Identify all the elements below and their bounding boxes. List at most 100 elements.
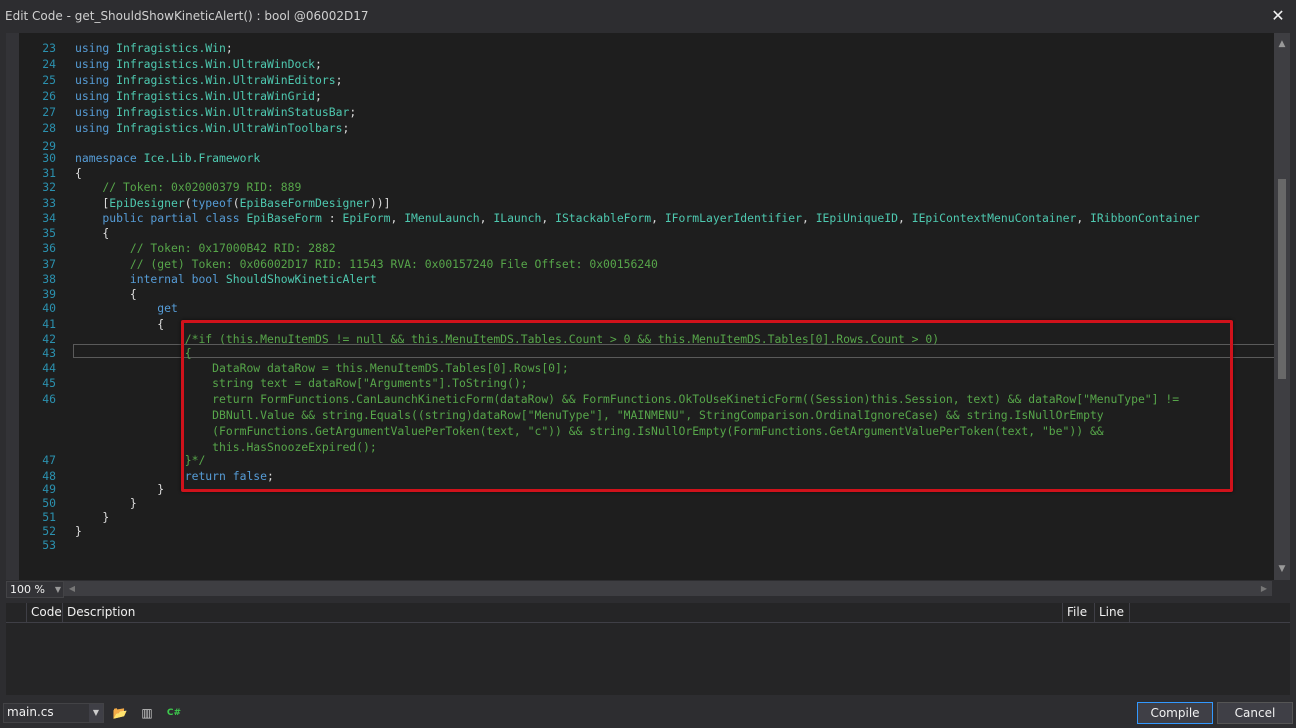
line-number: 36 — [42, 241, 56, 255]
code-token: using — [75, 89, 110, 103]
horizontal-scrollbar[interactable]: ◀ ▶ — [64, 581, 1272, 596]
code-token: Infragistics.Win.UltraWinGrid — [116, 89, 316, 103]
code-text: return FormFunctions.CanLaunchKineticFor… — [75, 392, 1179, 407]
code-text: }*/ — [75, 453, 206, 468]
code-token: Infragistics.Win.UltraWinEditors — [116, 73, 336, 87]
references-icon[interactable]: ▥ — [139, 705, 155, 721]
scrollbar-thumb[interactable] — [1278, 179, 1286, 379]
code-token: ; — [267, 469, 274, 483]
line-number: 26 — [42, 89, 56, 103]
chevron-down-icon[interactable]: ▼ — [55, 582, 61, 597]
code-text: using Infragistics.Win.UltraWinToolbars; — [75, 121, 349, 136]
code-text: public partial class EpiBaseForm : EpiFo… — [75, 211, 1200, 226]
code-token: ; — [349, 105, 357, 119]
line-number: 44 — [42, 361, 56, 375]
code-text: /*if (this.MenuItemDS != null && this.Me… — [75, 332, 939, 347]
scroll-up-icon[interactable]: ▲ — [1274, 37, 1290, 51]
code-token: // Token: 0x02000379 RID: 889 — [75, 180, 302, 194]
code-token: namespace — [75, 151, 137, 165]
code-text: get — [75, 301, 178, 316]
code-token: typeof — [191, 196, 233, 210]
chevron-down-icon[interactable]: ▼ — [89, 704, 103, 722]
code-token: EpiForm — [342, 211, 391, 225]
code-token: , — [801, 211, 816, 225]
code-token: ; — [335, 73, 343, 87]
code-token: ; — [315, 57, 322, 71]
code-token: } — [75, 496, 137, 510]
code-token: EpiBaseFormDesigner — [239, 196, 370, 210]
line-number: 27 — [42, 105, 56, 119]
code-token: return false — [75, 469, 268, 483]
code-text: internal bool ShouldShowKineticAlert — [75, 272, 377, 287]
csharp-icon[interactable]: C# — [166, 705, 182, 721]
open-folder-icon[interactable]: 📂 — [112, 705, 128, 721]
column-line[interactable]: Line — [1094, 603, 1130, 622]
line-number: 47 — [42, 453, 56, 467]
vertical-scrollbar[interactable]: ▲ ▼ — [1274, 33, 1290, 580]
code-token: , — [1076, 211, 1091, 225]
line-number: 43 — [42, 346, 56, 360]
code-token: // (get) Token: 0x06002D17 RID: 11543 RV… — [75, 257, 658, 271]
code-token: ( — [184, 196, 192, 210]
scroll-left-icon[interactable]: ◀ — [66, 581, 78, 596]
scroll-down-icon[interactable]: ▼ — [1274, 562, 1290, 576]
line-number: 51 — [42, 510, 56, 524]
code-token: using — [75, 41, 110, 55]
code-token: string text = dataRow["Arguments"].ToStr… — [75, 376, 528, 390]
code-token: }*/ — [75, 453, 206, 467]
code-text: string text = dataRow["Arguments"].ToStr… — [75, 376, 528, 391]
code-token: , — [898, 211, 912, 225]
code-text: } — [75, 482, 164, 497]
line-number: 23 — [42, 41, 56, 55]
code-token: ShouldShowKineticAlert — [225, 272, 377, 286]
code-token: using — [75, 105, 110, 119]
code-text: { — [75, 287, 137, 302]
line-number: 38 — [42, 272, 56, 286]
code-token: EpiDesigner — [109, 196, 185, 210]
code-token: ; — [315, 89, 322, 103]
code-token: , — [651, 211, 665, 225]
error-list-header: Code Description File Line — [6, 603, 1290, 623]
editor-status-bar: 100 % ▼ ◀ ▶ — [6, 580, 1290, 598]
zoom-select[interactable]: 100 % ▼ — [6, 581, 64, 598]
code-token: { — [75, 287, 137, 301]
line-number: 41 — [42, 317, 56, 331]
code-token: , — [541, 211, 556, 225]
code-token: using — [75, 57, 110, 71]
code-token: Infragistics.Win.UltraWinToolbars — [116, 121, 343, 135]
code-text: using Infragistics.Win.UltraWinEditors; — [75, 73, 342, 88]
code-text: using Infragistics.Win.UltraWinDock; — [75, 57, 322, 72]
column-code[interactable]: Code — [26, 603, 62, 622]
scroll-right-icon[interactable]: ▶ — [1258, 581, 1270, 596]
code-token: IRibbonContainer — [1090, 211, 1200, 225]
title-bar: Edit Code - get_ShouldShowKineticAlert()… — [0, 0, 1296, 32]
window-title: Edit Code - get_ShouldShowKineticAlert()… — [5, 9, 369, 23]
code-token: ; — [225, 41, 233, 55]
file-select[interactable]: main.cs ▼ — [3, 703, 104, 723]
cancel-button[interactable]: Cancel — [1217, 702, 1293, 724]
line-number: 37 — [42, 257, 56, 271]
code-token: DataRow dataRow = this.MenuItemDS.Tables… — [75, 361, 569, 375]
line-number: 52 — [42, 524, 56, 538]
line-number: 39 — [42, 287, 56, 301]
code-text: DataRow dataRow = this.MenuItemDS.Tables… — [75, 361, 569, 376]
column-file[interactable]: File — [1062, 603, 1093, 622]
code-token: { — [75, 317, 165, 331]
code-token: { — [75, 166, 82, 180]
code-token: ; — [342, 121, 350, 135]
column-description[interactable]: Description — [62, 603, 1057, 622]
close-icon[interactable]: ✕ — [1268, 6, 1288, 26]
code-area[interactable]: 23 using Infragistics.Win; 24 using Infragi… — [19, 33, 1274, 580]
compile-button[interactable]: Compile — [1137, 702, 1213, 724]
code-token: , — [390, 211, 405, 225]
code-token: get — [75, 301, 178, 315]
code-token: IMenuLaunch — [404, 211, 480, 225]
code-editor[interactable]: 23 using Infragistics.Win; 24 using Infragi… — [6, 33, 1290, 580]
line-number: 25 — [42, 73, 56, 87]
line-number: 33 — [42, 196, 56, 210]
code-token: using — [75, 121, 110, 135]
code-token: ILaunch — [493, 211, 542, 225]
footer-bar: main.cs ▼ 📂 ▥ C# Compile Cancel — [0, 697, 1296, 728]
line-number: 30 — [42, 151, 56, 165]
